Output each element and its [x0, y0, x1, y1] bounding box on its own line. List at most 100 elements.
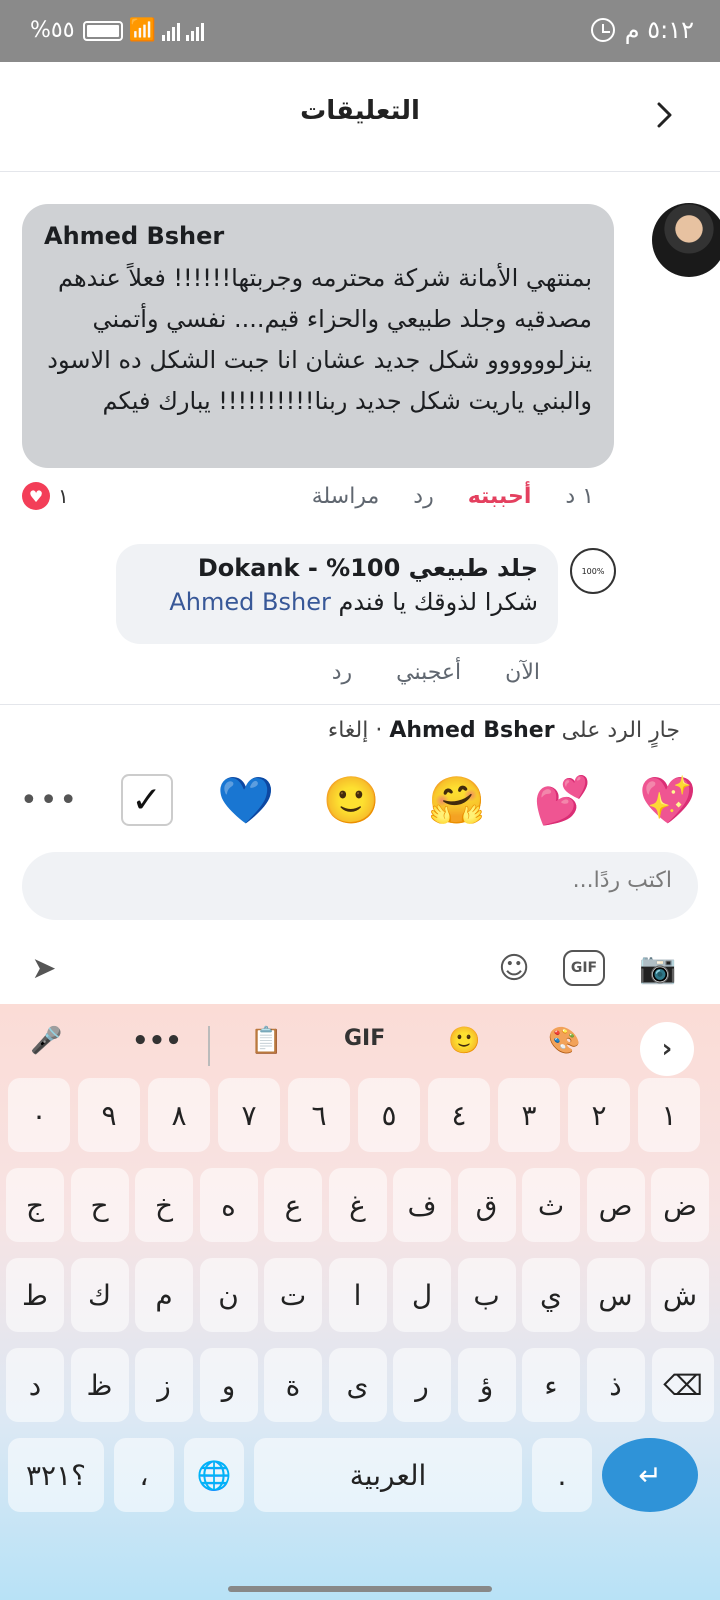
- toolbar-separator: [208, 1026, 210, 1066]
- emoji-icon[interactable]: ☺: [492, 946, 536, 990]
- key-letter[interactable]: س: [586, 1258, 645, 1332]
- space-key[interactable]: العربية: [254, 1438, 522, 1512]
- key-letter[interactable]: ة: [264, 1348, 322, 1422]
- hug-emoji[interactable]: 🤗: [425, 773, 489, 828]
- blue-heart-emoji[interactable]: 💙: [214, 773, 278, 828]
- comma-key[interactable]: ،: [114, 1438, 174, 1512]
- key-letter[interactable]: ن: [199, 1258, 258, 1332]
- gif-icon[interactable]: GIF: [562, 946, 606, 990]
- key-letter[interactable]: ح: [70, 1168, 129, 1242]
- backspace-key[interactable]: ⌫: [652, 1348, 714, 1422]
- reply-button[interactable]: رد: [413, 484, 433, 509]
- key-letter[interactable]: ظ: [70, 1348, 129, 1422]
- key-letter[interactable]: ج: [6, 1168, 64, 1242]
- key-letter[interactable]: م: [135, 1258, 193, 1332]
- key-digit[interactable]: ٠: [8, 1078, 70, 1152]
- key-letter[interactable]: ل: [393, 1258, 451, 1332]
- reply-like-button[interactable]: أعجبني: [396, 660, 461, 685]
- key-digit[interactable]: ٧: [218, 1078, 280, 1152]
- message-button[interactable]: مراسلة: [312, 484, 380, 509]
- two-hearts-emoji[interactable]: 💕: [531, 773, 595, 828]
- key-letter[interactable]: ث: [522, 1168, 580, 1242]
- key-letter[interactable]: و: [199, 1348, 258, 1422]
- period-key[interactable]: .: [532, 1438, 592, 1512]
- back-chevron-icon[interactable]: [650, 98, 680, 132]
- reply-actions: الآن أعجبني رد: [332, 660, 540, 685]
- smile-emoji[interactable]: 🙂: [320, 773, 384, 828]
- keyboard-toolbar: 🎤 ••• 📋 GIF 🙂 🎨 ›: [0, 1004, 720, 1088]
- symbols-key[interactable]: ؟٣٢١: [8, 1438, 104, 1512]
- language-globe-key[interactable]: 🌐: [184, 1438, 244, 1512]
- send-icon[interactable]: ➤: [22, 946, 66, 990]
- status-right: ٥:١٢ م: [590, 16, 694, 44]
- clipboard-icon[interactable]: 📋: [250, 1026, 282, 1056]
- key-letter[interactable]: ع: [264, 1168, 322, 1242]
- page-avatar[interactable]: 100%: [570, 548, 616, 594]
- key-digit[interactable]: ١: [638, 1078, 700, 1152]
- composer-tools: ➤ ☺ GIF 📷: [0, 930, 720, 1000]
- wifi-icon: 📶: [128, 18, 156, 43]
- like-button[interactable]: أحببته: [468, 484, 532, 509]
- key-letter[interactable]: ض: [651, 1168, 709, 1242]
- page-avatar-label: 100%: [581, 566, 605, 576]
- gif-keyboard-button[interactable]: GIF: [344, 1026, 385, 1051]
- key-letter[interactable]: ه: [199, 1168, 258, 1242]
- key-digit[interactable]: ٣: [498, 1078, 560, 1152]
- sticker-icon[interactable]: 🙂: [448, 1026, 480, 1056]
- reply-reply-button[interactable]: رد: [332, 660, 352, 685]
- key-digit[interactable]: ٤: [428, 1078, 490, 1152]
- key-letter[interactable]: ش: [651, 1258, 709, 1332]
- key-letter[interactable]: ذ: [586, 1348, 645, 1422]
- key-letter[interactable]: ص: [586, 1168, 645, 1242]
- key-digit[interactable]: ٨: [148, 1078, 210, 1152]
- key-letter[interactable]: ط: [6, 1258, 64, 1332]
- key-letter[interactable]: ت: [264, 1258, 322, 1332]
- status-bar: %٥٥ 📶 ٥:١٢ م: [0, 0, 720, 62]
- comment-author[interactable]: Ahmed Bsher: [44, 222, 592, 250]
- palette-icon[interactable]: 🎨: [548, 1026, 580, 1056]
- reaction-summary[interactable]: ♥ ١: [22, 482, 69, 510]
- comment-text: بمنتهي الأمانة شركة محترمه وجربتها!!!!!!…: [47, 264, 592, 415]
- key-letter[interactable]: غ: [328, 1168, 387, 1242]
- key-letter[interactable]: خ: [135, 1168, 193, 1242]
- heart-icon: ♥: [22, 482, 50, 510]
- sparkling-heart-emoji[interactable]: 💖: [636, 773, 700, 828]
- page-title: التعليقات: [300, 96, 420, 126]
- key-letter[interactable]: ك: [70, 1258, 129, 1332]
- cancel-reply-button[interactable]: · إلغاء: [328, 718, 382, 743]
- comment-actions: ١ د أحببته رد مراسلة: [312, 484, 594, 509]
- key-digit[interactable]: ٦: [288, 1078, 350, 1152]
- checkbox-emoji-icon[interactable]: ✓: [120, 774, 173, 826]
- replying-banner: جارٍ الرد على Ahmed Bsher · إلغاء: [328, 718, 680, 743]
- key-letter[interactable]: ؤ: [457, 1348, 516, 1422]
- reply-author[interactable]: جلد طبيعي 100% - Dokank: [136, 554, 538, 582]
- key-digit[interactable]: ٥: [358, 1078, 420, 1152]
- more-emoji-icon[interactable]: •••: [20, 783, 79, 818]
- camera-icon[interactable]: 📷: [636, 946, 680, 990]
- key-letter[interactable]: ب: [457, 1258, 516, 1332]
- key-letter[interactable]: ز: [135, 1348, 193, 1422]
- reaction-count: ١: [58, 484, 69, 508]
- emoji-suggestions: ••• ✓ 💙 🙂 🤗 💕 💖: [20, 770, 700, 830]
- key-letter[interactable]: ا: [328, 1258, 387, 1332]
- key-letter[interactable]: ف: [393, 1168, 451, 1242]
- reply-mention[interactable]: Ahmed Bsher: [169, 588, 330, 616]
- home-indicator: [228, 1586, 492, 1592]
- key-letter[interactable]: ي: [522, 1258, 580, 1332]
- avatar[interactable]: [652, 203, 720, 277]
- key-digit[interactable]: ٢: [568, 1078, 630, 1152]
- more-tools-icon[interactable]: •••: [132, 1026, 182, 1056]
- key-letter[interactable]: ى: [328, 1348, 387, 1422]
- reply-input[interactable]: اكتب ردًا...: [22, 852, 698, 920]
- key-letter[interactable]: د: [6, 1348, 64, 1422]
- reply-bubble: جلد طبيعي 100% - Dokank شكرا لذوقك يا فن…: [116, 544, 558, 644]
- battery-icon: [82, 20, 123, 41]
- enter-key[interactable]: ↵: [602, 1438, 698, 1512]
- key-digit[interactable]: ٩: [78, 1078, 140, 1152]
- expand-icon[interactable]: ›: [640, 1022, 694, 1076]
- key-letter[interactable]: ق: [457, 1168, 516, 1242]
- key-letter[interactable]: ر: [393, 1348, 451, 1422]
- key-letter[interactable]: ء: [522, 1348, 580, 1422]
- mic-icon[interactable]: 🎤: [30, 1026, 62, 1056]
- replying-name: Ahmed Bsher: [389, 718, 555, 743]
